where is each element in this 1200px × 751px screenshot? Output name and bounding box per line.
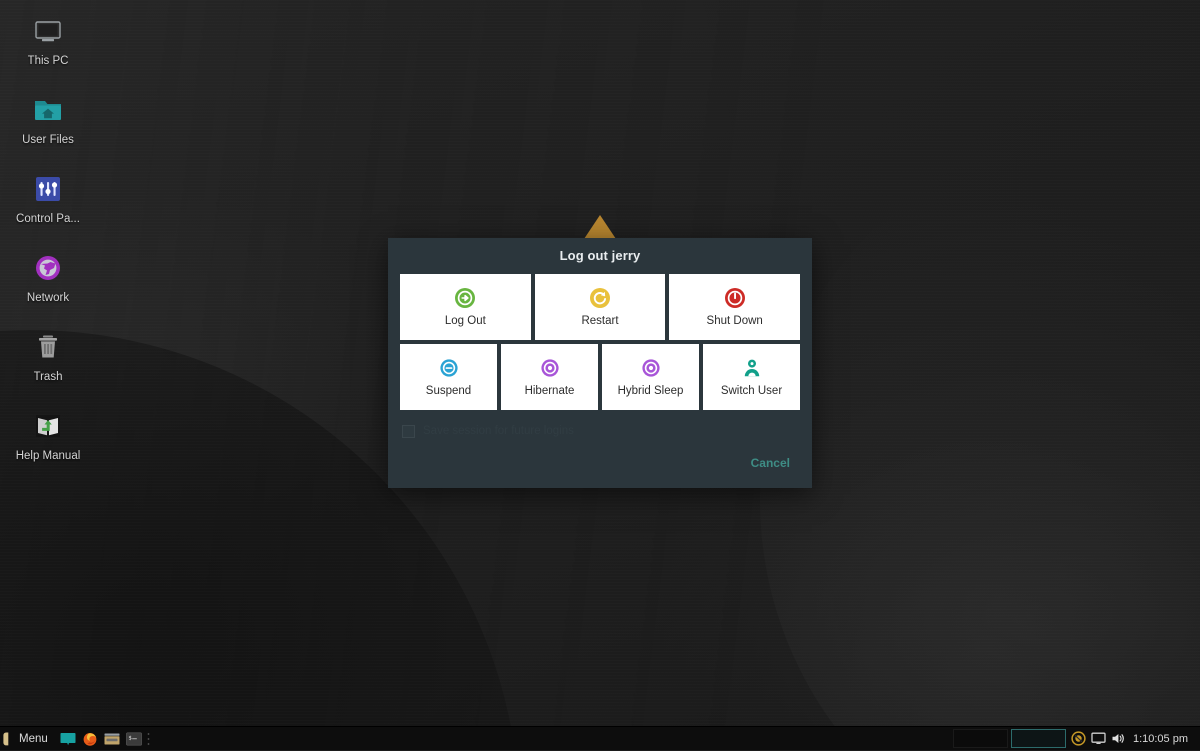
logout-dialog: Log out jerry Log Out: [388, 238, 812, 488]
taskbar-launchers: Menu $: [0, 727, 152, 751]
desktop-icon-help-manual[interactable]: Help Manual: [0, 409, 96, 463]
log-out-button[interactable]: Log Out: [400, 274, 531, 340]
hibernate-button[interactable]: Hibernate: [501, 344, 598, 410]
dialog-button-row-1: Log Out Restart: [388, 274, 812, 340]
desktop-icon-user-files[interactable]: User Files: [0, 93, 96, 147]
desktop-icon-label: This PC: [28, 55, 69, 68]
menu-button[interactable]: Menu: [0, 727, 57, 751]
taskbar: Menu $: [0, 726, 1200, 750]
button-label: Shut Down: [707, 315, 763, 327]
logout-icon: [454, 287, 476, 309]
linux-mint-logo-icon: [3, 731, 17, 747]
clock[interactable]: 1:10:05 pm: [1129, 733, 1194, 745]
volume-icon[interactable]: [1109, 727, 1129, 751]
desktop-icon-label: Trash: [34, 371, 63, 384]
update-manager-icon[interactable]: [1069, 727, 1089, 751]
menu-label: Menu: [17, 733, 54, 745]
suspend-icon: [438, 357, 460, 379]
save-session-checkbox-row[interactable]: Save session for future logins: [388, 410, 812, 442]
control-panel-icon: [31, 172, 65, 206]
firefox-icon[interactable]: [79, 727, 101, 751]
desktop-icon-label: Help Manual: [16, 450, 81, 463]
show-desktop-icon[interactable]: [57, 727, 79, 751]
dialog-button-row-2: Suspend Hibernate: [388, 344, 812, 410]
suspend-button[interactable]: Suspend: [400, 344, 497, 410]
restart-button[interactable]: Restart: [535, 274, 666, 340]
dialog-footer: Cancel: [388, 452, 812, 488]
terminal-icon[interactable]: $: [123, 727, 145, 751]
desktop[interactable]: This PC User Files Control Pa...: [0, 0, 1200, 750]
file-manager-icon[interactable]: [101, 727, 123, 751]
shutdown-icon: [724, 287, 746, 309]
button-label: Switch User: [721, 385, 782, 397]
trash-icon: [31, 330, 65, 364]
desktop-icon-trash[interactable]: Trash: [0, 330, 96, 384]
computer-icon: [31, 14, 65, 48]
taskbar-separator-handle[interactable]: [145, 727, 152, 751]
shut-down-button[interactable]: Shut Down: [669, 274, 800, 340]
save-session-checkbox[interactable]: [402, 425, 415, 438]
desktop-icon-label: Control Pa...: [16, 213, 80, 226]
display-icon[interactable]: [1089, 727, 1109, 751]
save-session-label: Save session for future logins: [423, 425, 574, 437]
desktop-icon-label: Network: [27, 292, 69, 305]
home-folder-icon: [31, 93, 65, 127]
desktop-icon-this-pc[interactable]: This PC: [0, 14, 96, 68]
desktop-icon-label: User Files: [22, 134, 74, 147]
desktop-icon-control-panel[interactable]: Control Pa...: [0, 172, 96, 226]
dialog-title: Log out jerry: [388, 238, 812, 274]
desktop-icon-network[interactable]: Network: [0, 251, 96, 305]
switch-user-icon: [741, 357, 763, 379]
button-label: Hibernate: [525, 385, 575, 397]
window-list-item[interactable]: [953, 729, 1008, 748]
hybrid-sleep-icon: [640, 357, 662, 379]
cancel-button[interactable]: Cancel: [749, 452, 792, 474]
switch-user-button[interactable]: Switch User: [703, 344, 800, 410]
button-label: Hybrid Sleep: [618, 385, 684, 397]
button-label: Log Out: [445, 315, 486, 327]
button-label: Suspend: [426, 385, 471, 397]
network-globe-icon: [31, 251, 65, 285]
button-label: Restart: [581, 315, 618, 327]
window-list-item-active[interactable]: [1011, 729, 1066, 748]
restart-icon: [589, 287, 611, 309]
help-manual-icon: [31, 409, 65, 443]
hibernate-icon: [539, 357, 561, 379]
system-tray: 1:10:05 pm: [1069, 727, 1200, 751]
hybrid-sleep-button[interactable]: Hybrid Sleep: [602, 344, 699, 410]
